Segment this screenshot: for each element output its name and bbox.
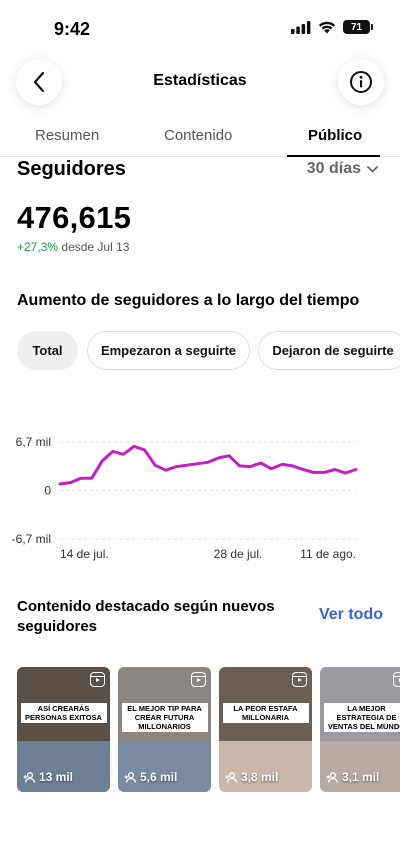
featured-title: Contenido destacado según nuevos seguido… — [17, 598, 275, 635]
reel-caption: EL MEJOR TIP PARA CREAR FUTURA MILLONARI… — [121, 703, 208, 732]
reels-icon — [393, 672, 400, 687]
reel-caption: ASÍ CREARÁS PERSONAS EXITOSA — [20, 703, 107, 723]
featured-reel-1[interactable]: ASÍ CREARÁS PERSONAS EXITOSA 13 mil — [17, 667, 110, 792]
chart-heading: Aumento de seguidores a lo largo del tie… — [17, 292, 360, 309]
followers-growth: +27,3% desde Jul 13 — [17, 240, 129, 254]
signal-icon — [291, 20, 311, 34]
growth-since: desde Jul 13 — [61, 240, 130, 254]
reels-icon — [90, 672, 105, 687]
person-add-icon — [326, 771, 339, 783]
filter-total[interactable]: Total — [17, 331, 78, 370]
reel-follower-count: 3,8 mil — [225, 770, 278, 784]
person-add-icon — [124, 771, 137, 783]
reel-count-label: 3,8 mil — [241, 770, 279, 784]
filter-started-following[interactable]: Empezaron a seguirte — [87, 331, 250, 370]
period-label: 30 días — [306, 160, 361, 177]
tab-bar: Resumen Contenido Público — [0, 120, 400, 157]
reel-follower-count: 5,6 mil — [124, 770, 177, 784]
y-tick-label: 0 — [44, 484, 51, 498]
status-time: 9:42 — [54, 19, 91, 39]
period-selector[interactable]: 30 días — [307, 160, 378, 178]
reel-thumbnail-lower — [320, 741, 400, 792]
y-tick-label: 6,7 mil — [16, 435, 51, 449]
reel-follower-count: 13 mil — [23, 770, 73, 784]
person-add-icon — [225, 771, 238, 783]
growth-percent: +27,3% — [17, 240, 59, 254]
status-bar: 9:42 71 — [0, 0, 400, 56]
reels-icon — [292, 672, 307, 687]
followers-line-chart: 6,7 mil 0 -6,7 mil 14 de jul. 28 de jul. 11 d… — [12, 435, 358, 561]
active-tab-indicator — [287, 155, 380, 157]
tab-resumen[interactable]: Resumen — [35, 127, 99, 144]
wifi-icon — [318, 21, 336, 33]
featured-reel-4[interactable]: LA MEJOR ESTRATEGIA DE VENTAS DEL MUNDO … — [320, 667, 400, 792]
tab-publico[interactable]: Público — [308, 127, 362, 144]
series-line — [58, 444, 358, 486]
tab-contenido[interactable]: Contenido — [164, 127, 232, 144]
reel-count-label: 13 mil — [39, 770, 74, 784]
reel-thumbnail-lower — [17, 741, 110, 792]
reels-icon — [191, 672, 206, 687]
featured-reel-2[interactable]: EL MEJOR TIP PARA CREAR FUTURA MILLONARI… — [118, 667, 211, 792]
followers-title: Seguidores — [17, 158, 126, 180]
info-icon — [350, 71, 372, 93]
x-tick-label: 14 de jul. — [60, 547, 109, 561]
reel-count-label: 5,6 mil — [140, 770, 178, 784]
see-all-link[interactable]: Ver todo — [319, 606, 383, 624]
info-button[interactable] — [338, 59, 384, 105]
y-tick-label: -6,7 mil — [12, 532, 51, 546]
chevron-down-icon — [367, 165, 378, 173]
battery-icon: 71 — [343, 20, 373, 34]
reel-follower-count: 3,1 mil — [326, 770, 379, 784]
person-add-icon — [23, 771, 36, 783]
followers-total: 476,615 — [17, 200, 132, 235]
x-tick-label: 28 de jul. — [214, 547, 263, 561]
x-tick-label: 11 de ago. — [300, 547, 356, 561]
featured-reel-3[interactable]: LA PEOR ESTAFA MILLONARIA 3,8 mil — [219, 667, 312, 792]
reel-thumbnail-lower — [219, 741, 312, 792]
reel-caption: LA PEOR ESTAFA MILLONARIA — [222, 703, 309, 723]
reel-caption: LA MEJOR ESTRATEGIA DE VENTAS DEL MUNDO — [323, 703, 400, 732]
reel-count-label: 3,1 mil — [342, 770, 380, 784]
status-icons: 71 — [291, 20, 373, 34]
reel-thumbnail-lower — [118, 741, 211, 792]
filter-stopped-following[interactable]: Dejaron de seguirte — [258, 331, 400, 370]
